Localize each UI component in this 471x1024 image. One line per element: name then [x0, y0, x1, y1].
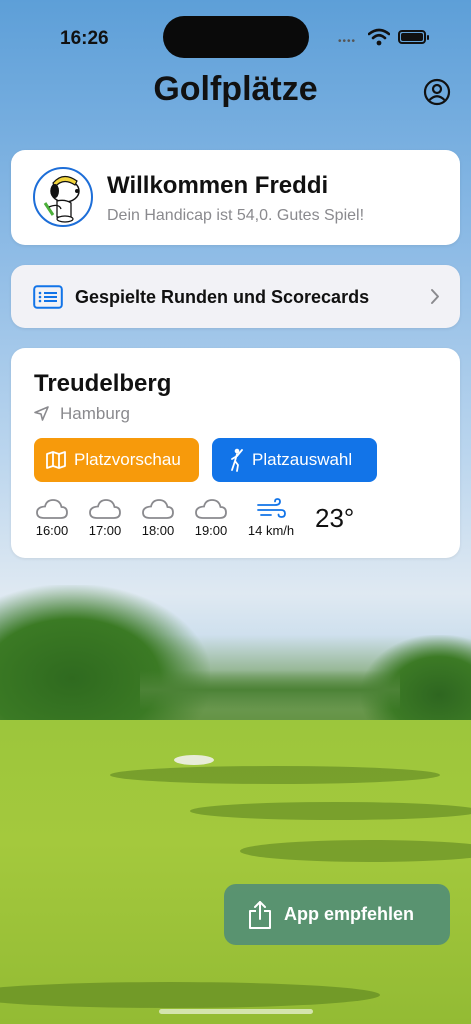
chevron-right-icon [431, 289, 439, 304]
avatar [33, 167, 93, 227]
person-circle-icon[interactable] [423, 78, 451, 106]
forecast-item: 19:00 [186, 498, 236, 538]
course-select-label: Platzauswahl [252, 450, 353, 469]
forecast-item: 18:00 [133, 498, 183, 538]
home-indicator[interactable] [159, 1009, 313, 1014]
course-preview-label: Platzvorschau [74, 450, 181, 469]
cloud-icon [142, 499, 174, 519]
map-icon [46, 451, 66, 469]
wind-speed: 14 km/h [247, 523, 295, 538]
temperature: 23° [315, 503, 355, 533]
list-icon [33, 285, 63, 309]
cellular-signal-icon: •••• [338, 36, 357, 47]
wifi-icon [368, 28, 390, 46]
status-bar: 16:26 •••• [0, 0, 471, 70]
handicap-text: Dein Handicap ist 54,0. Gutes Spiel! [107, 207, 365, 224]
welcome-card: Willkommen Freddi Dein Handicap ist 54,0… [11, 150, 460, 245]
background-fairway [0, 720, 471, 1024]
course-card: Treudelberg Hamburg Platzvorschau Platza… [11, 348, 460, 558]
wind-icon [257, 498, 286, 518]
welcome-title: Willkommen Freddi [107, 172, 329, 199]
forecast-time: 19:00 [194, 523, 228, 538]
wind-item: 14 km/h [243, 498, 299, 538]
course-select-button[interactable]: Platzauswahl [212, 438, 377, 482]
recommend-app-button[interactable]: App empfehlen [224, 884, 450, 945]
background-bunker [174, 755, 214, 765]
forecast-time: 16:00 [35, 523, 69, 538]
cloud-icon [36, 499, 68, 519]
background-tree-line [140, 670, 400, 710]
dynamic-island [163, 16, 309, 58]
battery-icon [398, 30, 429, 44]
screen: 16:26 •••• Golfplätze Willkommen Freddi … [0, 0, 471, 1024]
location-arrow-icon [34, 406, 49, 421]
course-preview-button[interactable]: Platzvorschau [34, 438, 199, 482]
cloud-icon [89, 499, 121, 519]
rounds-scorecards-row[interactable]: Gespielte Runden und Scorecards [11, 265, 460, 328]
course-location: Hamburg [60, 404, 130, 423]
course-name: Treudelberg [34, 370, 172, 397]
forecast-time: 17:00 [88, 523, 122, 538]
status-time: 16:26 [60, 28, 109, 49]
golfer-icon [231, 448, 243, 472]
rounds-label: Gespielte Runden und Scorecards [75, 287, 370, 307]
forecast-item: 16:00 [27, 498, 77, 538]
page-title: Golfplätze [153, 70, 318, 108]
cloud-icon [195, 499, 227, 519]
forecast-item: 17:00 [80, 498, 130, 538]
recommend-app-label: App empfehlen [284, 904, 415, 924]
forecast-time: 18:00 [141, 523, 175, 538]
share-icon [249, 900, 271, 929]
